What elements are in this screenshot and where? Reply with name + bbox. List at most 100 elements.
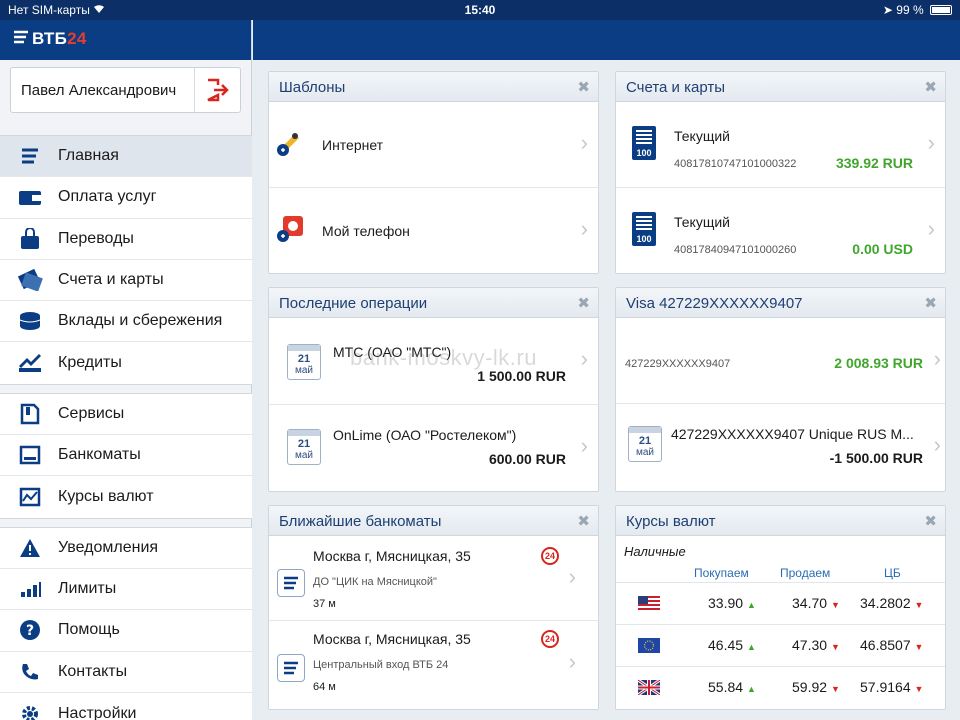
chevron-right-icon: › [568, 564, 576, 589]
close-icon[interactable]: ✖ [577, 294, 590, 312]
menu-item-contacts[interactable]: Контакты [0, 652, 252, 693]
close-icon[interactable]: ✖ [577, 512, 590, 530]
menu-item-services[interactable]: Сервисы [0, 394, 252, 436]
menu-label-credits: Кредиты [58, 354, 122, 372]
close-icon[interactable]: ✖ [924, 78, 937, 96]
operations-card: Последние операции ✖ 21 май МТС (ОАО "МТС… [268, 287, 599, 492]
visa-header: Visa 427229XXXXXX9407 ✖ [616, 288, 945, 318]
uk-flag-icon [637, 678, 661, 697]
account-balance: 339.92 RUR [835, 155, 913, 171]
rates-chart-icon [16, 485, 44, 509]
template-label: Интернет [322, 137, 384, 153]
menu-group-tools: Сервисы Банкоматы Курсы валют [0, 392, 252, 519]
vtb24-logo[interactable]: ВТБ24 [12, 29, 87, 49]
atm-distance: 64 м [313, 681, 336, 693]
close-icon[interactable]: ✖ [577, 78, 590, 96]
menu-item-atms[interactable]: Банкоматы [0, 435, 252, 477]
atm-row[interactable]: Москва г, Мясницкая, 35 24 ДО "ЦИК на Мя… [269, 536, 598, 621]
logout-button[interactable] [194, 68, 240, 112]
visa-balance-row[interactable]: 427229XXXXXX9407 2 008.93 RUR › [616, 318, 945, 404]
rate-row-eur: 46.45 ▲ 47.30 ▼ 46.8507 ▼ [616, 624, 945, 666]
arrow-up-icon: ▲ [746, 684, 756, 694]
warning-icon [16, 536, 44, 560]
operation-name: OnLime (ОАО "Ростелеком") [333, 427, 517, 443]
help-icon: ? [16, 618, 44, 642]
location-icon: ➤ [882, 3, 893, 17]
atms-title: Ближайшие банкоматы [279, 513, 442, 530]
chevron-right-icon: › [927, 216, 935, 241]
account-icon: 100 [632, 126, 656, 160]
menu-item-settings[interactable]: Настройки [0, 693, 252, 720]
chevron-right-icon: › [580, 346, 588, 371]
sell-rate: 34.70 ▼ [792, 595, 840, 611]
arrow-down-icon: ▼ [914, 684, 924, 694]
chevron-right-icon: › [927, 130, 935, 155]
chevron-right-icon: › [580, 433, 588, 458]
menu-item-payments[interactable]: Оплата услуг [0, 177, 252, 219]
status-bar: Нет SIM-карты 15:40 ➤ 99 % [0, 0, 960, 20]
menu-label-notifications: Уведомления [58, 538, 159, 556]
sell-header: Продаем [780, 566, 831, 580]
battery-icon [930, 5, 952, 15]
sell-rate: 47.30 ▼ [792, 637, 840, 653]
menu-item-accounts[interactable]: Счета и карты [0, 260, 252, 302]
close-icon[interactable]: ✖ [924, 512, 937, 530]
phone-icon [16, 660, 44, 684]
account-row[interactable]: 100 Текущий 40817840947101000260 0.00 US… [616, 188, 945, 273]
template-label: Мой телефон [322, 223, 410, 239]
menu-item-credits[interactable]: Кредиты [0, 342, 252, 383]
operation-row[interactable]: 21 май OnLime (ОАО "Ростелеком") 600.00 R… [269, 405, 598, 491]
chevron-right-icon: › [933, 432, 941, 457]
menu-item-limits[interactable]: Лимиты [0, 569, 252, 611]
atm-address: Москва г, Мясницкая, 35 [313, 548, 471, 564]
calendar-icon: 21 май [287, 344, 321, 380]
atm-icon [16, 443, 44, 467]
menu-label-home: Главная [58, 147, 119, 165]
arrow-down-icon: ▼ [914, 642, 924, 652]
account-number: 40817810747101000322 [674, 158, 797, 170]
menu-label-limits: Лимиты [58, 580, 117, 598]
account-row[interactable]: 100 Текущий 40817810747101000322 339.92 … [616, 102, 945, 188]
template-item-internet[interactable]: Интернет › [269, 102, 598, 188]
atm-distance: 37 м [313, 598, 336, 610]
card-number: 427229XXXXXX9407 [625, 358, 731, 370]
rates-header: Курсы валют ✖ [616, 506, 945, 536]
atm-row[interactable]: Москва г, Мясницкая, 35 24 Центральный в… [269, 621, 598, 706]
buy-rate: 55.84 ▲ [708, 679, 756, 695]
atm-description: ДО "ЦИК на Мясницкой" [313, 576, 437, 588]
cb-rate: 46.8507 ▼ [860, 637, 924, 653]
vtb-atm-icon [277, 654, 305, 682]
menu-label-transfers: Переводы [58, 229, 134, 247]
internet-template-icon [275, 128, 305, 163]
menu-label-payments: Оплата услуг [58, 188, 157, 206]
rates-card: Курсы валют ✖ Наличные Покупаем Продаем … [615, 505, 946, 710]
menu-label-accounts: Счета и карты [58, 271, 164, 289]
menu-item-transfers[interactable]: Переводы [0, 219, 252, 260]
battery-status: ➤ 99 % [883, 3, 952, 17]
menu-label-contacts: Контакты [58, 662, 128, 680]
menu-item-home[interactable]: Главная [0, 136, 252, 178]
menu-item-rates[interactable]: Курсы валют [0, 476, 252, 517]
template-item-phone[interactable]: Мой телефон › [269, 188, 598, 273]
close-icon[interactable]: ✖ [924, 294, 937, 312]
atms-header: Ближайшие банкоматы ✖ [269, 506, 598, 536]
menu-item-notifications[interactable]: Уведомления [0, 528, 252, 569]
clock: 15:40 [464, 3, 496, 17]
svg-text:?: ? [26, 623, 34, 639]
atm-address: Москва г, Мясницкая, 35 [313, 631, 471, 647]
account-name: Текущий [674, 128, 730, 144]
menu-label-services: Сервисы [58, 404, 125, 422]
templates-header: Шаблоны ✖ [269, 72, 598, 102]
top-band [253, 20, 960, 60]
menu-item-help[interactable]: ? Помощь [0, 610, 252, 652]
arrow-down-icon: ▼ [914, 600, 924, 610]
templates-card: Шаблоны ✖ Интернет › Мой телефон › [268, 71, 599, 274]
visa-operation-row[interactable]: 21 май 427229XXXXXX9407 Unique RUS M... -… [616, 404, 945, 491]
accounts-header: Счета и карты ✖ [616, 72, 945, 102]
user-name: Павел Александрович [21, 82, 177, 99]
calendar-icon: 21 май [287, 429, 321, 465]
arrow-up-icon: ▲ [746, 642, 756, 652]
home-icon [16, 144, 44, 168]
menu-item-deposits[interactable]: Вклады и сбережения [0, 301, 252, 343]
battery-percent: 99 % [896, 3, 924, 17]
